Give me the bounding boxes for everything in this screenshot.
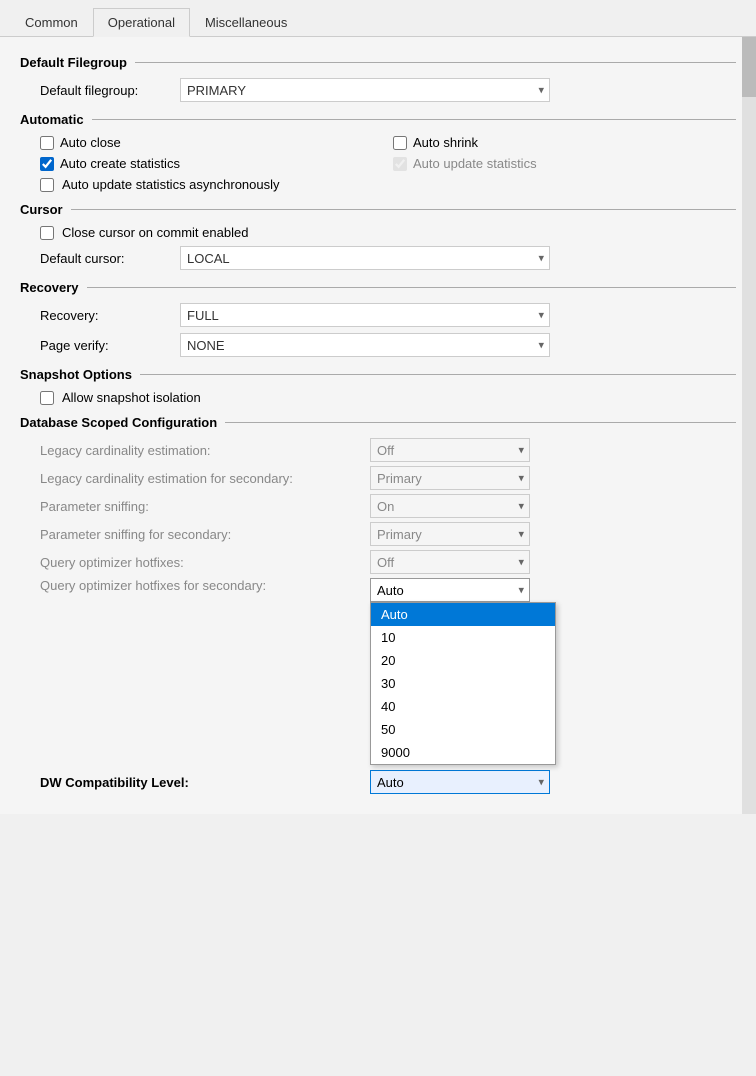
tab-common[interactable]: Common [10, 8, 93, 36]
legacy-cardinality-select-wrapper: Off On [370, 438, 530, 462]
tabs-bar: Common Operational Miscellaneous [0, 0, 756, 37]
legacy-cardinality-secondary-select-wrapper: Primary Off On [370, 466, 530, 490]
legacy-cardinality-secondary-row: Legacy cardinality estimation for second… [20, 466, 736, 490]
auto-close-checkbox[interactable] [40, 136, 54, 150]
auto-create-stats-item: Auto create statistics [40, 156, 383, 171]
recovery-row: Recovery: FULL SIMPLE BULK_LOGGED [20, 303, 736, 327]
section-header-db-scoped: Database Scoped Configuration [20, 415, 736, 430]
parameter-sniffing-secondary-select[interactable]: Primary On Off [370, 522, 530, 546]
content-area: Default Filegroup Default filegroup: PRI… [0, 37, 756, 814]
section-header-cursor: Cursor [20, 202, 736, 217]
legacy-cardinality-select[interactable]: Off On [370, 438, 530, 462]
legacy-cardinality-row: Legacy cardinality estimation: Off On [20, 438, 736, 462]
query-optimizer-row: Query optimizer hotfixes: Off On [20, 550, 736, 574]
scrollbar-thumb[interactable] [742, 37, 756, 97]
auto-shrink-label: Auto shrink [413, 135, 478, 150]
query-optimizer-select-wrapper: Off On [370, 550, 530, 574]
query-optimizer-secondary-label: Query optimizer hotfixes for secondary: [40, 578, 370, 593]
query-optimizer-secondary-row: Query optimizer hotfixes for secondary: … [20, 578, 736, 602]
allow-snapshot-label: Allow snapshot isolation [62, 390, 201, 405]
section-header-automatic: Automatic [20, 112, 736, 127]
auto-shrink-item: Auto shrink [393, 135, 736, 150]
query-optimizer-secondary-dropdown-container: Auto 10 20 30 40 50 9000 Auto 10 20 30 4 [370, 578, 530, 602]
page-verify-select[interactable]: NONE TORN_PAGE_DETECTION CHECKSUM [180, 333, 550, 357]
default-cursor-row: Default cursor: LOCAL GLOBAL [20, 246, 736, 270]
tab-operational[interactable]: Operational [93, 8, 190, 37]
recovery-select-wrapper: FULL SIMPLE BULK_LOGGED [180, 303, 550, 327]
default-cursor-select-wrapper: LOCAL GLOBAL [180, 246, 550, 270]
auto-create-stats-checkbox[interactable] [40, 157, 54, 171]
tab-miscellaneous[interactable]: Miscellaneous [190, 8, 302, 36]
legacy-cardinality-label: Legacy cardinality estimation: [40, 443, 370, 458]
recovery-label: Recovery: [40, 308, 180, 323]
dropdown-item-auto[interactable]: Auto [371, 603, 555, 626]
close-cursor-row: Close cursor on commit enabled [20, 225, 736, 240]
auto-update-stats-async-row: Auto update statistics asynchronously [20, 177, 736, 192]
close-cursor-checkbox[interactable] [40, 226, 54, 240]
auto-update-stats-item: Auto update statistics [393, 156, 736, 171]
section-header-recovery: Recovery [20, 280, 736, 295]
auto-update-stats-checkbox[interactable] [393, 157, 407, 171]
page-verify-label: Page verify: [40, 338, 180, 353]
section-header-default-filegroup: Default Filegroup [20, 55, 736, 70]
auto-update-stats-async-checkbox[interactable] [40, 178, 54, 192]
page-verify-row: Page verify: NONE TORN_PAGE_DETECTION CH… [20, 333, 736, 357]
parameter-sniffing-secondary-select-wrapper: Primary On Off [370, 522, 530, 546]
parameter-sniffing-label: Parameter sniffing: [40, 499, 370, 514]
default-cursor-select[interactable]: LOCAL GLOBAL [180, 246, 550, 270]
parameter-sniffing-secondary-label: Parameter sniffing for secondary: [40, 527, 370, 542]
default-filegroup-row: Default filegroup: PRIMARY [20, 78, 736, 102]
auto-create-stats-label: Auto create statistics [60, 156, 180, 171]
scrollbar-track [742, 37, 756, 814]
legacy-cardinality-secondary-label: Legacy cardinality estimation for second… [40, 471, 370, 486]
dropdown-item-10[interactable]: 10 [371, 626, 555, 649]
recovery-select[interactable]: FULL SIMPLE BULK_LOGGED [180, 303, 550, 327]
auto-update-stats-label: Auto update statistics [413, 156, 537, 171]
query-optimizer-secondary-dropdown-list: Auto 10 20 30 40 50 9000 [370, 602, 556, 765]
default-filegroup-label: Default filegroup: [40, 83, 180, 98]
dw-compatibility-select-wrapper: Auto 10 20 30 [370, 770, 550, 794]
default-filegroup-select[interactable]: PRIMARY [180, 78, 550, 102]
query-optimizer-label: Query optimizer hotfixes: [40, 555, 370, 570]
section-default-filegroup: Default Filegroup Default filegroup: PRI… [20, 55, 736, 102]
dropdown-item-30[interactable]: 30 [371, 672, 555, 695]
parameter-sniffing-secondary-row: Parameter sniffing for secondary: Primar… [20, 522, 736, 546]
default-filegroup-select-wrapper: PRIMARY [180, 78, 550, 102]
dropdown-item-40[interactable]: 40 [371, 695, 555, 718]
section-snapshot: Snapshot Options Allow snapshot isolatio… [20, 367, 736, 405]
parameter-sniffing-select-wrapper: On Off [370, 494, 530, 518]
automatic-checkboxes: Auto close Auto shrink Auto create stati… [20, 135, 736, 171]
parameter-sniffing-row: Parameter sniffing: On Off [20, 494, 736, 518]
close-cursor-label: Close cursor on commit enabled [62, 225, 248, 240]
allow-snapshot-checkbox[interactable] [40, 391, 54, 405]
auto-shrink-checkbox[interactable] [393, 136, 407, 150]
auto-update-stats-async-label: Auto update statistics asynchronously [62, 177, 280, 192]
section-header-snapshot: Snapshot Options [20, 367, 736, 382]
dw-compatibility-row: DW Compatibility Level: Auto 10 20 30 [20, 770, 736, 794]
dropdown-item-9000[interactable]: 9000 [371, 741, 555, 764]
dropdown-item-20[interactable]: 20 [371, 649, 555, 672]
auto-close-label: Auto close [60, 135, 121, 150]
section-cursor: Cursor Close cursor on commit enabled De… [20, 202, 736, 270]
dropdown-item-50[interactable]: 50 [371, 718, 555, 741]
legacy-cardinality-secondary-select[interactable]: Primary Off On [370, 466, 530, 490]
allow-snapshot-row: Allow snapshot isolation [20, 390, 736, 405]
section-automatic: Automatic Auto close Auto shrink Auto cr… [20, 112, 736, 192]
section-recovery: Recovery Recovery: FULL SIMPLE BULK_LOGG… [20, 280, 736, 357]
section-db-scoped: Database Scoped Configuration Legacy car… [20, 415, 736, 794]
dw-compatibility-select[interactable]: Auto 10 20 30 [370, 770, 550, 794]
query-optimizer-select[interactable]: Off On [370, 550, 530, 574]
dw-compatibility-label: DW Compatibility Level: [40, 775, 370, 790]
parameter-sniffing-select[interactable]: On Off [370, 494, 530, 518]
query-optimizer-secondary-select-wrapper: Auto 10 20 30 40 50 9000 [370, 578, 530, 602]
auto-close-item: Auto close [40, 135, 383, 150]
query-optimizer-secondary-select[interactable]: Auto 10 20 30 40 50 9000 [370, 578, 530, 602]
default-cursor-label: Default cursor: [40, 251, 180, 266]
page-verify-select-wrapper: NONE TORN_PAGE_DETECTION CHECKSUM [180, 333, 550, 357]
